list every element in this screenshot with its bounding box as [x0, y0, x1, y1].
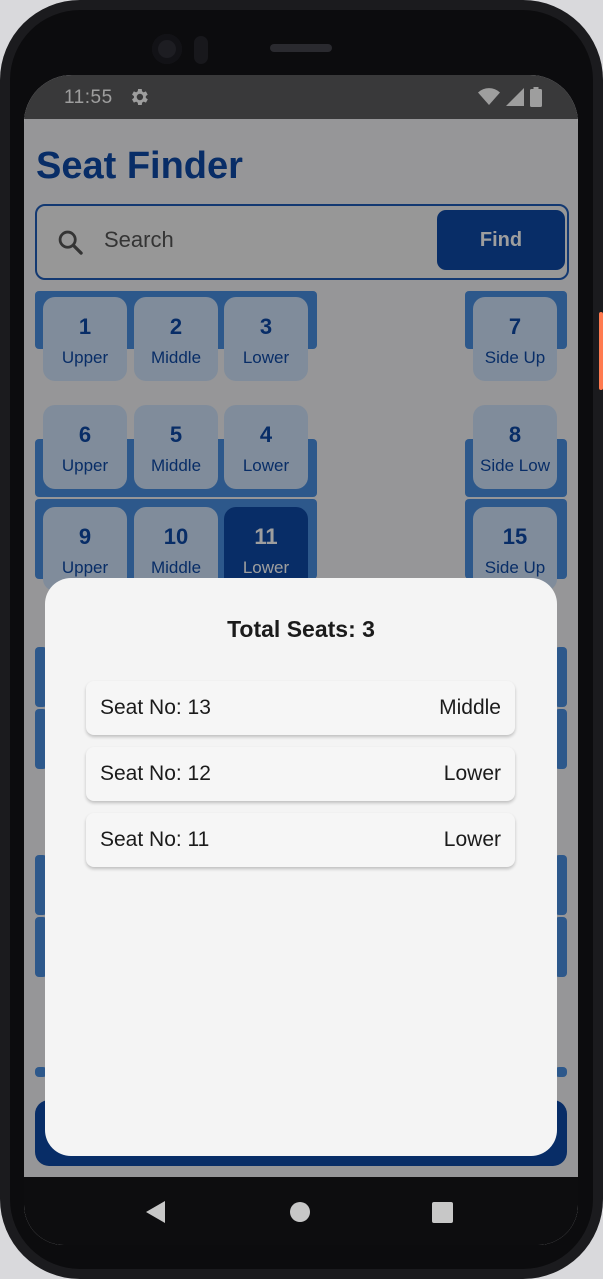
seat-number-label: Seat No: 13	[100, 696, 211, 719]
list-item[interactable]: Seat No: 12 Lower	[86, 747, 515, 801]
camera-icon	[152, 34, 182, 64]
seat-type-label: Lower	[443, 828, 501, 851]
list-item[interactable]: Seat No: 13 Middle	[86, 681, 515, 735]
sheet-title: Total Seats: 3	[227, 616, 375, 642]
back-icon[interactable]	[146, 1201, 165, 1223]
power-button[interactable]	[599, 312, 603, 390]
seat-type-label: Middle	[439, 696, 501, 719]
bottom-sheet: Total Seats: 3 Seat No: 13 Middle Seat N…	[45, 578, 557, 1156]
speaker-grille	[270, 44, 332, 52]
seat-number-label: Seat No: 11	[100, 828, 210, 851]
seat-type-label: Lower	[443, 762, 501, 785]
home-icon[interactable]	[290, 1202, 310, 1222]
navigation-bar	[24, 1177, 578, 1245]
recents-icon[interactable]	[432, 1202, 453, 1223]
phone-frame: 11:55 Seat Finder Search Find 1 Upper 2 …	[0, 0, 603, 1279]
seat-number-label: Seat No: 12	[100, 762, 211, 785]
screen: 11:55 Seat Finder Search Find 1 Upper 2 …	[24, 75, 578, 1245]
list-item[interactable]: Seat No: 11 Lower	[86, 813, 515, 867]
sensor	[194, 36, 208, 64]
